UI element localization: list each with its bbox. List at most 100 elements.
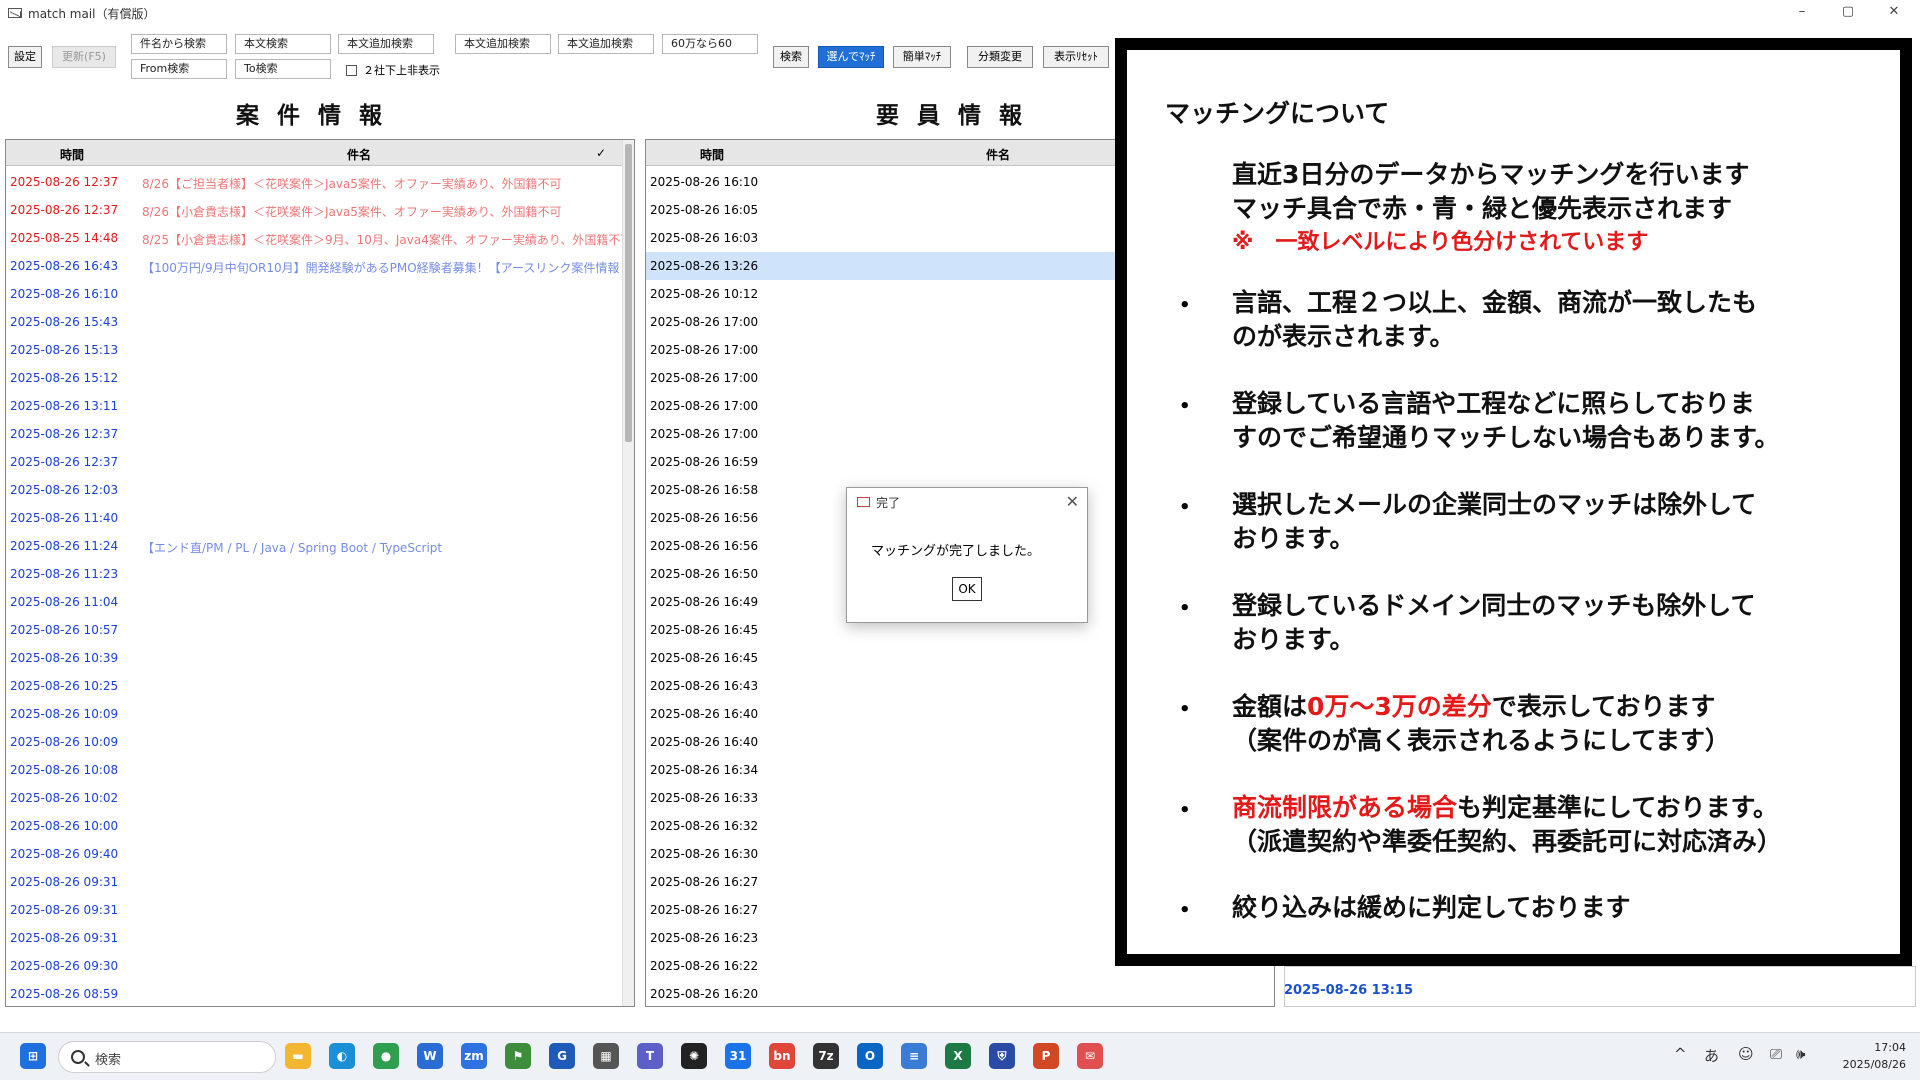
row-time: 2025-08-26 17:00 [650,315,759,329]
table-row[interactable]: 2025-08-26 16:43 【100万円/9月中旬OR10月】開発経験がある… [6,252,634,280]
time-column-header[interactable]: 時間 [60,146,84,163]
search-button[interactable]: 検索 [773,46,809,68]
row-time: 2025-08-26 16:34 [650,763,759,777]
table-row[interactable]: 2025-08-26 12:03 [6,476,634,504]
row-time: 2025-08-26 16:27 [650,875,759,889]
table-row[interactable]: 2025-08-26 15:13 [6,336,634,364]
subject-search-field[interactable]: 件名から検索 [131,34,227,54]
table-row[interactable]: 2025-08-26 09:31 [6,924,634,952]
7zip-icon[interactable]: 7z [813,1043,839,1069]
right-list-footer-row[interactable]: 2025-08-26 13:15 [1284,983,1900,998]
table-row[interactable]: 2025-08-26 10:09 [6,728,634,756]
teams-icon[interactable]: T [637,1043,663,1069]
settings-button[interactable]: 設定 [8,46,42,68]
minimize-button[interactable]: – [1780,0,1824,26]
simple-match-button[interactable]: 簡単ﾏｯﾁ [893,46,951,68]
price-field[interactable]: 60万なら60 [662,34,758,54]
table-row[interactable]: 2025-08-25 14:48 8/25【小倉貴志様】＜花咲案件＞9月、10月、… [6,224,634,252]
to-search-field[interactable]: To検索 [235,59,331,79]
table-row[interactable]: 2025-08-26 11:23 [6,560,634,588]
select-match-button[interactable]: 選んでﾏｯﾁ [818,46,884,68]
tool-icon[interactable]: ⚑ [505,1043,531,1069]
table-row[interactable]: 2025-08-26 10:02 [6,784,634,812]
table-row[interactable]: 2025-08-26 13:11 [6,392,634,420]
body-add-search-field-1[interactable]: 本文追加検索 [338,34,434,54]
file-explorer-icon[interactable]: ▬ [285,1043,311,1069]
chatgpt-icon[interactable]: ✺ [681,1043,707,1069]
time-column-header[interactable]: 時間 [700,146,724,163]
case-list-scrollbar[interactable] [622,140,634,1006]
table-row[interactable]: 2025-08-26 10:09 [6,700,634,728]
body-search-field[interactable]: 本文検索 [235,34,331,54]
matchmail-icon[interactable]: ✉ [1077,1043,1103,1069]
table-row[interactable]: 2025-08-26 11:24 【エンド直/PM / PL / Java / S… [6,532,634,560]
table-row[interactable]: 2025-08-26 09:30 [6,952,634,980]
bullet-5-line-1: 金額は0万〜3万の差分で表示しております [1232,690,1715,724]
network-icon[interactable]: ⎚ [1770,1045,1782,1063]
copilot-icon[interactable]: ☺ [1738,1045,1754,1063]
calculator-icon[interactable]: ▦ [593,1043,619,1069]
chrome-icon[interactable]: ● [373,1043,399,1069]
outlook-icon[interactable]: O [857,1043,883,1069]
calendar-icon[interactable]: 31 [725,1043,751,1069]
table-row[interactable]: 2025-08-26 08:59 [6,980,634,1006]
table-row[interactable]: 2025-08-26 09:31 [6,896,634,924]
table-row[interactable]: 2025-08-26 10:57 [6,616,634,644]
title-bar: match mail（有償版） – ▢ ✕ [0,0,1920,26]
table-row[interactable]: 2025-08-26 16:10 [6,280,634,308]
row-time: 2025-08-26 16:03 [650,231,759,245]
maximize-button[interactable]: ▢ [1826,0,1870,26]
subject-column-header[interactable]: 件名 [347,146,371,163]
dialog-ok-button[interactable]: OK [952,577,982,601]
close-button[interactable]: ✕ [1872,0,1916,26]
table-row[interactable]: 2025-08-26 10:08 [6,756,634,784]
excel-icon[interactable]: X [945,1043,971,1069]
table-row[interactable]: 2025-08-26 11:04 [6,588,634,616]
g-app-icon[interactable]: G [549,1043,575,1069]
row-time: 2025-08-26 16:45 [650,651,759,665]
table-row[interactable]: 2025-08-26 11:40 [6,504,634,532]
table-row[interactable]: 2025-08-26 09:31 [6,868,634,896]
row-subject: 8/25【小倉貴志様】＜花咲案件＞9月、10月、Java4案件、オファー実績あり… [142,233,633,247]
vpn-icon[interactable]: ⛨ [989,1043,1015,1069]
body-add-search-field-2[interactable]: 本文追加検索 [455,34,551,54]
powerpoint-icon[interactable]: P [1033,1043,1059,1069]
table-row[interactable]: 2025-08-26 12:37 [6,420,634,448]
table-row[interactable]: 2025-08-26 15:12 [6,364,634,392]
table-row[interactable]: 2025-08-26 10:00 [6,812,634,840]
checkbox-box[interactable] [346,64,357,76]
row-time: 2025-08-26 10:25 [10,679,119,693]
display-reset-button[interactable]: 表示ﾘｾｯﾄ [1043,46,1109,68]
clock[interactable]: 17:04 2025/08/26 [1843,1039,1906,1073]
case-list-scroll-thumb[interactable] [625,144,632,442]
ime-indicator[interactable]: あ [1704,1045,1719,1066]
volume-icon[interactable]: 🕪 [1796,1045,1805,1063]
table-row[interactable]: 2025-08-26 12:37 [6,448,634,476]
dialog-close-button[interactable]: ✕ [1066,492,1079,511]
table-row[interactable]: 2025-08-26 16:20 [646,980,1274,1006]
table-row[interactable]: 2025-08-26 12:37 8/26【小倉貴志様】＜花咲案件＞Java5案件… [6,196,634,224]
table-row[interactable]: 2025-08-26 09:40 [6,840,634,868]
from-search-field[interactable]: From検索 [131,59,227,79]
row-time: 2025-08-26 11:23 [10,567,119,581]
word-app-icon[interactable]: W [417,1043,443,1069]
tray-chevron-icon[interactable]: ^ [1674,1045,1687,1063]
hide-checkbox[interactable]: ２社下上非表示 [346,62,440,78]
edge-icon[interactable]: ◐ [329,1043,355,1069]
app-bn-icon[interactable]: bn [769,1043,795,1069]
start-icon[interactable]: ⊞ [20,1043,46,1069]
row-time: 2025-08-26 16:10 [650,175,759,189]
check-column-header[interactable]: ✓ [596,146,606,160]
subject-column-header[interactable]: 件名 [986,146,1010,163]
table-row[interactable]: 2025-08-26 15:43 [6,308,634,336]
table-row[interactable]: 2025-08-26 10:39 [6,644,634,672]
refresh-button[interactable]: 更新(F5) [52,46,116,68]
body-add-search-field-3[interactable]: 本文追加検索 [558,34,654,54]
bullet-6-line-2: （派遣契約や準委任契約、再委託可に対応済み） [1232,827,1783,856]
zoom-icon[interactable]: zm [461,1043,487,1069]
table-row[interactable]: 2025-08-26 10:25 [6,672,634,700]
taskbar-search-box[interactable]: 検索 [58,1041,276,1073]
table-row[interactable]: 2025-08-26 12:37 8/26【ご担当者様】＜花咲案件＞Java5案件… [6,168,634,196]
category-change-button[interactable]: 分類変更 [967,46,1033,68]
notepad-icon[interactable]: ≡ [901,1043,927,1069]
